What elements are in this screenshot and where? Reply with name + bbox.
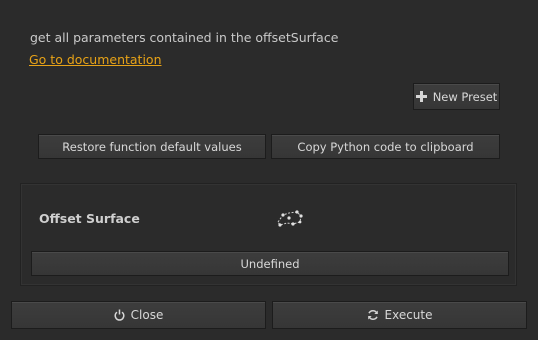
copy-python-button[interactable]: Copy Python code to clipboard	[271, 134, 500, 159]
close-label: Close	[130, 308, 164, 322]
parameter-group: Offset Surface Undefined	[20, 183, 517, 286]
plus-icon	[415, 91, 427, 102]
new-preset-button[interactable]: New Preset	[413, 83, 500, 110]
power-icon	[114, 309, 125, 321]
parameter-value-button[interactable]: Undefined	[31, 251, 509, 276]
refresh-icon	[367, 309, 379, 321]
copy-python-label: Copy Python code to clipboard	[297, 139, 474, 154]
function-description: get all parameters contained in the offs…	[30, 30, 339, 45]
execute-label: Execute	[384, 308, 433, 322]
parameter-value-label: Undefined	[240, 256, 300, 271]
parameter-title: Offset Surface	[39, 211, 140, 226]
new-preset-label: New Preset	[432, 89, 498, 104]
dialog: get all parameters contained in the offs…	[0, 0, 538, 340]
surface-points-icon	[274, 208, 304, 228]
restore-defaults-button[interactable]: Restore function default values	[38, 134, 266, 159]
restore-defaults-label: Restore function default values	[62, 139, 242, 154]
close-button[interactable]: Close	[11, 301, 266, 329]
documentation-link[interactable]: Go to documentation	[29, 52, 162, 67]
execute-button[interactable]: Execute	[272, 301, 527, 329]
